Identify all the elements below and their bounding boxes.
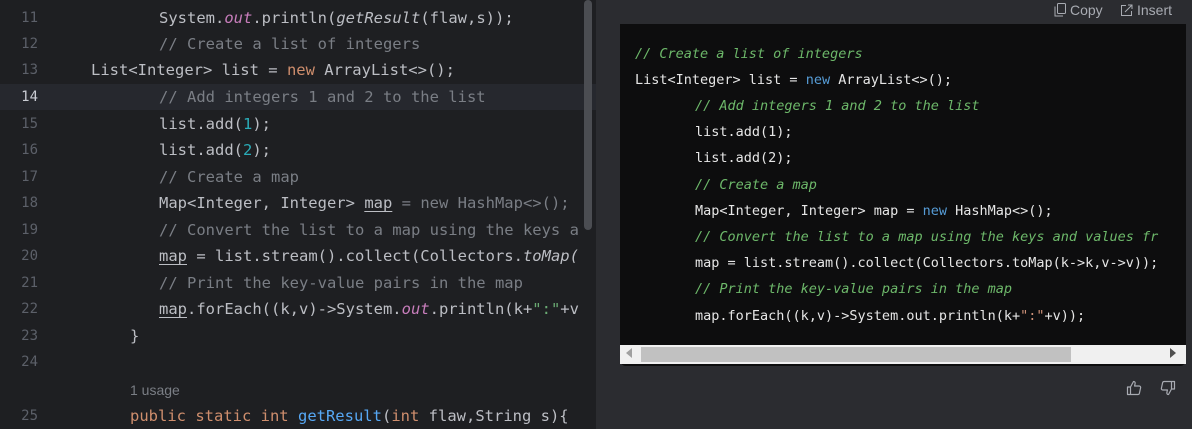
code-token: out xyxy=(401,300,430,318)
code-token: Map<Integer, Integer> map = xyxy=(695,203,923,219)
code-editor[interactable]: 11 12 13 14 15 16 17 18 19 20 21 22 23 2… xyxy=(0,0,596,429)
line-number: 11 xyxy=(21,10,38,26)
code-line: List<Integer> list = new ArrayList<>(); xyxy=(635,67,952,93)
code-block[interactable]: // Create a list of integers List<Intege… xyxy=(620,24,1186,366)
code-token: = xyxy=(392,194,421,212)
line-number: 17 xyxy=(21,169,38,185)
code-comment: // Add integers 1 and 2 to the list xyxy=(695,98,980,114)
code-line[interactable]: Map<Integer, Integer> map = new HashMap<… xyxy=(159,190,570,216)
code-token: ); xyxy=(252,115,272,133)
code-token: map xyxy=(159,300,187,318)
copy-icon xyxy=(1054,3,1066,17)
line-number: 21 xyxy=(21,275,38,291)
code-token: Map<Integer, Integer> xyxy=(159,194,365,212)
editor-vertical-scrollbar[interactable] xyxy=(584,0,592,230)
thumbs-up-icon xyxy=(1126,380,1142,396)
code-comment: // Print the key-value pairs in the map xyxy=(695,281,1012,297)
line-number: 18 xyxy=(21,195,38,211)
code-token: ArrayList<>(); xyxy=(314,61,455,79)
code-line[interactable]: public static int getResult(int flaw,Str… xyxy=(130,403,569,429)
code-token: new xyxy=(805,72,831,88)
line-number: 22 xyxy=(21,301,38,317)
line-number: 23 xyxy=(21,328,38,344)
thumbs-down-icon xyxy=(1160,380,1176,396)
code-comment[interactable]: // Add integers 1 and 2 to the list xyxy=(159,84,486,110)
code-token: +v)); xyxy=(1044,308,1086,324)
code-token: .forEach((k,v)->System. xyxy=(187,300,402,318)
code-token: list.add( xyxy=(159,115,243,133)
insert-icon xyxy=(1121,4,1133,16)
code-token: public static int xyxy=(130,407,298,425)
copy-label: Copy xyxy=(1070,2,1103,18)
code-token: getResult xyxy=(336,9,421,27)
insert-button[interactable]: Insert xyxy=(1120,2,1172,18)
code-token: .println(k+ xyxy=(429,300,533,318)
code-block-toolbar: Copy Insert xyxy=(620,0,1192,24)
code-token: = list.stream().collect(Collectors. xyxy=(187,247,523,265)
code-token: (flaw,s)); xyxy=(420,9,514,27)
code-token: List<Integer> list = xyxy=(635,72,806,88)
code-line: map.forEach((k,v)->System.out.println(k+… xyxy=(695,303,1085,329)
code-token: toMap( xyxy=(522,247,579,265)
code-token: list.add( xyxy=(159,141,243,159)
code-comment: // Create a map xyxy=(695,177,817,193)
code-token: .println( xyxy=(252,9,337,27)
line-number: 16 xyxy=(21,142,38,158)
code-token: System. xyxy=(159,9,225,27)
code-token: map xyxy=(159,247,187,265)
line-number: 25 xyxy=(21,408,38,424)
scroll-left-arrow-icon[interactable] xyxy=(626,348,632,358)
code-token: new xyxy=(922,203,947,219)
code-line: list.add(2); xyxy=(695,150,793,166)
code-line[interactable]: map = list.stream().collect(Collectors.t… xyxy=(159,243,579,269)
code-token: List<Integer> list = xyxy=(91,61,287,79)
like-button[interactable] xyxy=(1126,380,1142,400)
code-token: getResult xyxy=(297,407,382,425)
code-comment[interactable]: // Create a list of integers xyxy=(159,31,420,57)
line-number: 19 xyxy=(21,222,38,238)
code-token: ( xyxy=(381,407,392,425)
code-token: int xyxy=(391,407,420,425)
code-token: new HashMap<>(); xyxy=(420,194,570,212)
code-token: 2 xyxy=(243,141,253,159)
code-comment: // Convert the list to a map using the k… xyxy=(695,229,1159,245)
code-token: map.forEach((k,v)->System.out.println(k+ xyxy=(695,308,1021,324)
code-line: Map<Integer, Integer> map = new HashMap<… xyxy=(695,198,1053,224)
line-number: 13 xyxy=(21,62,38,78)
code-line[interactable]: list.add(1); xyxy=(159,111,271,137)
code-token: ArrayList<>(); xyxy=(830,72,952,88)
line-number: 20 xyxy=(21,248,38,264)
code-comment[interactable]: // Print the key-value pairs in the map xyxy=(159,270,523,296)
copy-button[interactable]: Copy xyxy=(1054,2,1103,18)
code-line[interactable]: list.add(2); xyxy=(159,137,271,163)
dislike-button[interactable] xyxy=(1160,380,1176,400)
code-token: +v xyxy=(560,300,579,318)
code-line[interactable]: List<Integer> list = new ArrayList<>(); xyxy=(91,57,455,83)
code-token: flaw,String s){ xyxy=(419,407,569,425)
line-number: 15 xyxy=(21,116,38,132)
code-line[interactable]: System.out.println(getResult(flaw,s)); xyxy=(159,5,514,31)
code-line[interactable]: map.forEach((k,v)->System.out.println(k+… xyxy=(159,296,579,322)
code-token: ":" xyxy=(532,300,561,318)
code-token: map xyxy=(364,194,393,212)
code-comment[interactable]: // Convert the list to a map using the k… xyxy=(159,217,579,243)
insert-label: Insert xyxy=(1137,2,1173,18)
code-token: ); xyxy=(252,141,272,159)
code-comment: // Create a list of integers xyxy=(635,46,863,62)
code-comment[interactable]: // Create a map xyxy=(159,164,299,190)
code-token: new xyxy=(286,61,315,79)
code-line: map = list.stream().collect(Collectors.t… xyxy=(695,255,1159,271)
line-number: 12 xyxy=(21,36,38,52)
code-token: HashMap<>(); xyxy=(946,203,1053,219)
line-number-active: 14 xyxy=(21,89,38,105)
code-token: ":" xyxy=(1020,308,1045,324)
scroll-right-arrow-icon[interactable] xyxy=(1170,348,1176,358)
scrollbar-thumb[interactable] xyxy=(641,347,1071,362)
usage-hint[interactable]: 1 usage xyxy=(130,382,180,398)
code-brace[interactable]: } xyxy=(130,323,139,349)
code-token: 1 xyxy=(243,115,253,133)
line-number: 24 xyxy=(21,354,38,370)
code-line: list.add(1); xyxy=(695,124,793,140)
code-token: out xyxy=(224,9,253,27)
